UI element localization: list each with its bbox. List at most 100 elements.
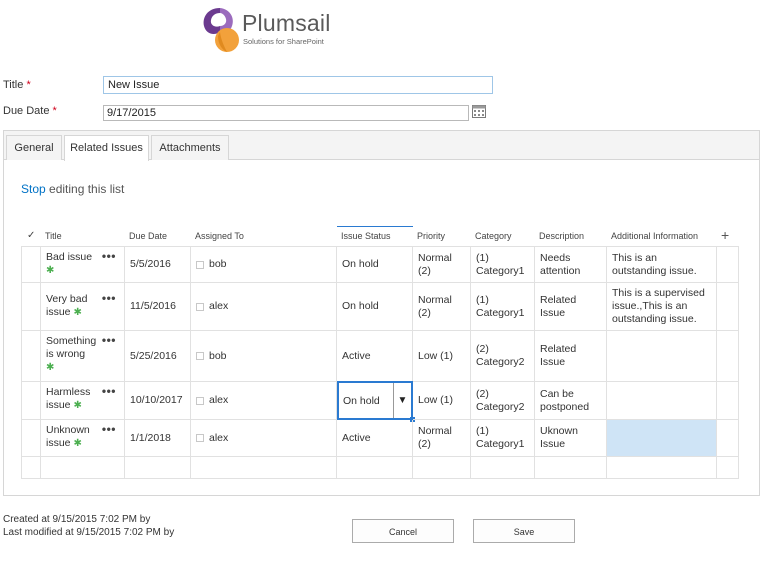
row-selector[interactable] (21, 420, 41, 457)
calendar-icon[interactable] (472, 105, 486, 118)
empty-cell[interactable] (191, 457, 337, 479)
empty-cell[interactable] (337, 457, 413, 479)
title-cell[interactable]: Harmless issue ✱ ••• (41, 382, 125, 420)
empty-cell[interactable] (471, 457, 535, 479)
column-header-category[interactable]: Category (471, 226, 535, 246)
cancel-button[interactable]: Cancel (352, 519, 454, 543)
issue-status-cell[interactable]: On hold (337, 246, 413, 283)
item-menu-icon[interactable]: ••• (102, 334, 116, 347)
description-cell[interactable]: Can be postponed (535, 382, 607, 420)
empty-cell[interactable] (413, 457, 471, 479)
plumsail-logo-icon (203, 8, 239, 52)
issue-status-dropdown[interactable]: On hold ▼ (337, 381, 415, 422)
row-selector[interactable] (21, 382, 41, 420)
spacer-cell (717, 457, 739, 479)
additional-info-cell[interactable]: This is a supervised issue.,This is an o… (607, 283, 717, 331)
due-date-label: Due Date * (3, 105, 57, 117)
logo-name: Plumsail (242, 10, 331, 36)
assigned-to-cell[interactable]: alex (191, 382, 337, 420)
issue-status-cell[interactable]: Active (337, 331, 413, 382)
category-cell[interactable]: (2) Category2 (471, 382, 535, 420)
issue-status-cell[interactable]: On hold (337, 283, 413, 331)
stop-editing-link[interactable]: Stop (21, 182, 46, 196)
user-presence-icon (196, 260, 204, 269)
column-header-title[interactable]: Title (41, 226, 125, 246)
title-cell[interactable]: Something is wrong ✱ ••• (41, 331, 125, 382)
row-selector[interactable] (21, 457, 41, 479)
tab-related-issues[interactable]: Related Issues (64, 135, 149, 161)
due-date-cell[interactable]: 5/25/2016 (125, 331, 191, 382)
spacer-cell (717, 382, 739, 420)
select-all-check-icon[interactable]: ✓ (23, 226, 43, 246)
title-cell[interactable]: Very bad issue ✱ ••• (41, 283, 125, 331)
category-cell[interactable]: (2) Category2 (471, 331, 535, 382)
priority-cell[interactable]: Low (1) (413, 382, 471, 420)
description-cell[interactable]: Needs attention (535, 246, 607, 283)
due-date-cell[interactable]: 5/5/2016 (125, 246, 191, 283)
row-selector[interactable] (21, 283, 41, 331)
column-header-priority[interactable]: Priority (413, 226, 471, 246)
description-cell[interactable]: Uknown Issue (535, 420, 607, 457)
priority-cell[interactable]: Normal (2) (413, 283, 471, 331)
item-menu-icon[interactable]: ••• (102, 250, 116, 263)
table-row[interactable]: Something is wrong ✱ ••• 5/25/2016 bob Ac… (21, 331, 739, 382)
modified-info: Last modified at 9/15/2015 7:02 PM by (3, 527, 175, 538)
dropdown-arrow-icon[interactable]: ▼ (393, 383, 411, 418)
title-cell[interactable]: Unknown issue ✱ ••• (41, 420, 125, 457)
column-header-assigned-to[interactable]: Assigned To (191, 226, 337, 246)
created-info: Created at 9/15/2015 7:02 PM by (3, 514, 151, 525)
row-selector[interactable] (21, 246, 41, 283)
assigned-to-cell[interactable]: alex (191, 420, 337, 457)
item-menu-icon[interactable]: ••• (102, 385, 116, 398)
assigned-to-cell[interactable]: bob (191, 331, 337, 382)
priority-cell[interactable]: Normal (2) (413, 420, 471, 457)
add-column-icon[interactable]: + (721, 226, 735, 244)
category-cell[interactable]: (1) Category1 (471, 283, 535, 331)
column-header-issue-status[interactable]: Issue Status (337, 226, 413, 246)
column-header-due-date[interactable]: Due Date (125, 226, 191, 246)
empty-cell[interactable] (125, 457, 191, 479)
column-header-description[interactable]: Description (535, 226, 607, 246)
due-date-cell[interactable]: 10/10/2017 (125, 382, 191, 420)
priority-cell[interactable]: Low (1) (413, 331, 471, 382)
spacer-cell (717, 420, 739, 457)
empty-cell[interactable] (607, 457, 717, 479)
due-date-cell[interactable]: 1/1/2018 (125, 420, 191, 457)
additional-info-cell[interactable] (607, 331, 717, 382)
new-item-row[interactable] (21, 457, 739, 479)
assigned-to-cell[interactable]: alex (191, 283, 337, 331)
title-input[interactable] (103, 76, 493, 94)
empty-cell[interactable] (41, 457, 125, 479)
column-header-additional-information[interactable]: Additional Information (607, 226, 717, 246)
additional-info-cell-selected[interactable] (607, 420, 717, 457)
additional-info-cell[interactable]: This is an outstanding issue. (607, 246, 717, 283)
table-row[interactable]: Bad issue ✱ ••• 5/5/2016 bob On hold Norm… (21, 246, 739, 283)
row-selector[interactable] (21, 331, 41, 382)
user-presence-icon (196, 302, 204, 311)
audit-info: Created at 9/15/2015 7:02 PM by Last mod… (3, 513, 174, 539)
issue-status-cell[interactable]: Active (337, 420, 413, 457)
description-cell[interactable]: Related Issue (535, 331, 607, 382)
tab-attachments[interactable]: Attachments (151, 135, 229, 160)
due-date-input[interactable] (103, 105, 469, 121)
issue-status-dropdown-value: On hold (343, 395, 380, 407)
item-menu-icon[interactable]: ••• (102, 292, 116, 305)
table-row[interactable]: Unknown issue ✱ ••• 1/1/2018 alex Active… (21, 420, 739, 457)
table-row[interactable]: Harmless issue ✱ ••• 10/10/2017 alex On … (21, 381, 739, 422)
save-button[interactable]: Save (473, 519, 575, 543)
item-menu-icon[interactable]: ••• (102, 423, 116, 436)
description-cell[interactable]: Related Issue (535, 283, 607, 331)
title-cell[interactable]: Bad issue ✱ ••• (41, 246, 125, 283)
due-date-cell[interactable]: 11/5/2016 (125, 283, 191, 331)
table-row[interactable]: Very bad issue ✱ ••• 11/5/2016 alex On h… (21, 283, 739, 331)
assigned-to-cell[interactable]: bob (191, 246, 337, 283)
priority-cell[interactable]: Normal (2) (413, 246, 471, 283)
empty-cell[interactable] (535, 457, 607, 479)
user-presence-icon (196, 352, 204, 360)
category-cell[interactable]: (1) Category1 (471, 420, 535, 457)
additional-info-cell[interactable] (607, 382, 717, 420)
tab-general[interactable]: General (6, 135, 62, 160)
category-cell[interactable]: (1) Category1 (471, 246, 535, 283)
new-item-icon: ✱ (73, 438, 82, 449)
spacer-cell (717, 283, 739, 331)
